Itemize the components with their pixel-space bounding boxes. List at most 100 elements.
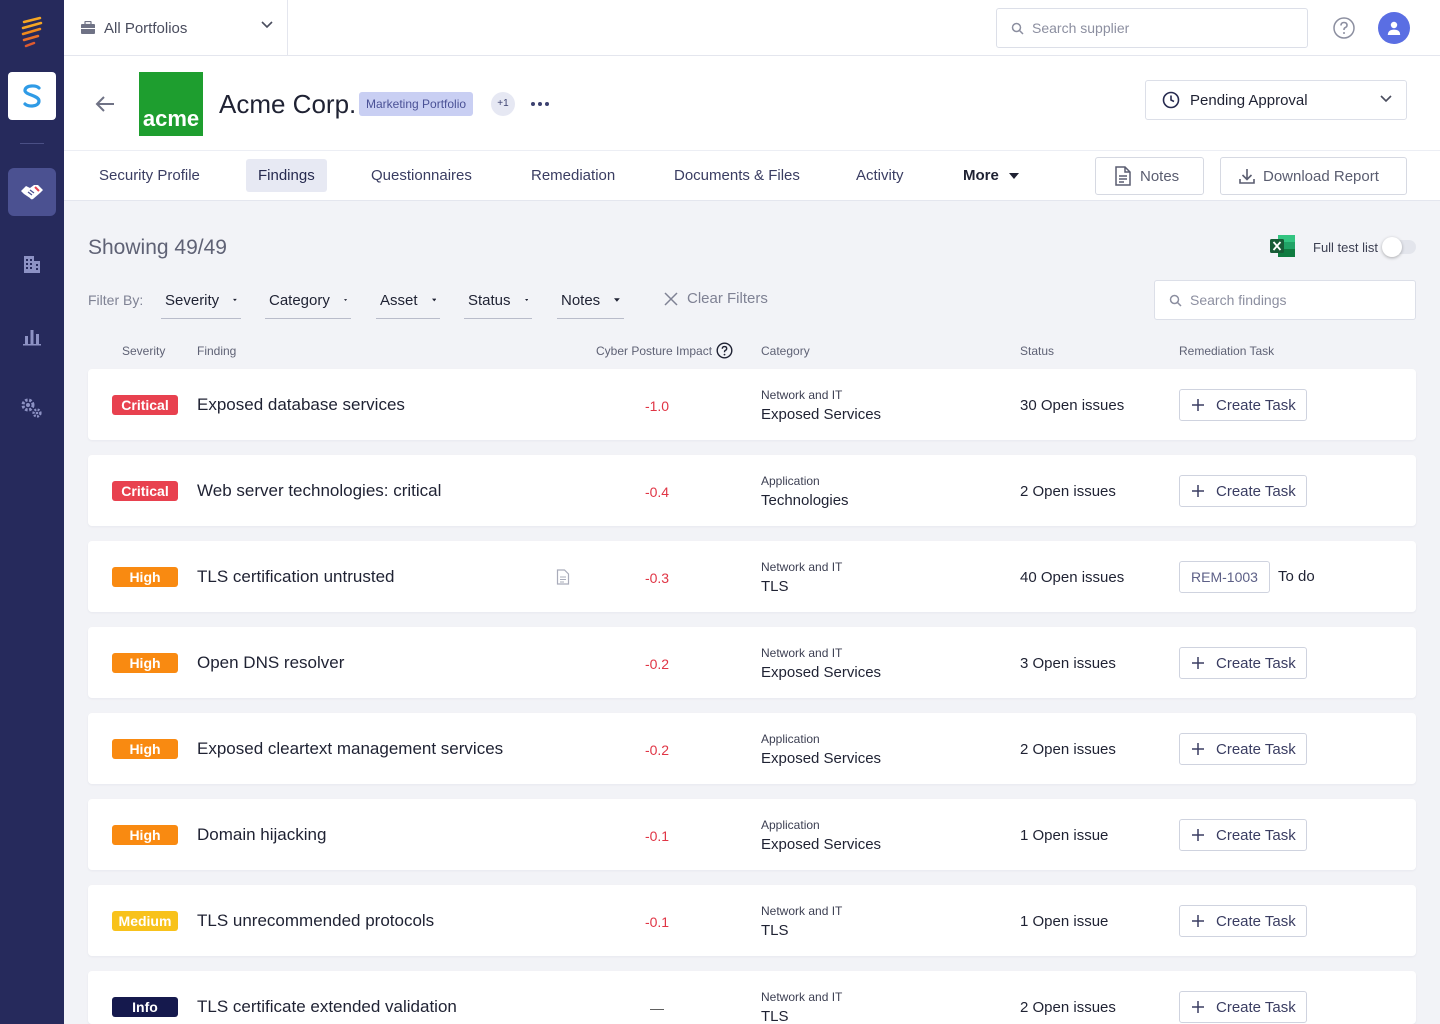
table-row[interactable]: High Exposed cleartext management servic… <box>88 713 1416 784</box>
severity-badge: High <box>112 567 178 587</box>
table-row[interactable]: High TLS certification untrusted -0.3 Ne… <box>88 541 1416 612</box>
help-icon[interactable] <box>716 342 733 359</box>
create-task-label: Create Task <box>1216 654 1296 672</box>
tab-more[interactable]: More <box>951 159 1031 192</box>
brand-logo-icon[interactable] <box>20 16 44 52</box>
app-s-icon <box>23 84 41 108</box>
finding-name[interactable]: Exposed database services <box>197 395 405 415</box>
column-header-remediation-label: Remediation Task <box>1179 344 1275 358</box>
table-row[interactable]: Medium TLS unrecommended protocols -0.1 … <box>88 885 1416 956</box>
finding-name[interactable]: Web server technologies: critical <box>197 481 441 501</box>
note-icon[interactable] <box>556 569 570 585</box>
tab-security-profile[interactable]: Security Profile <box>87 159 212 192</box>
notes-filter[interactable]: Notes <box>557 282 624 319</box>
finding-name[interactable]: Domain hijacking <box>197 825 326 845</box>
caret-down-icon <box>614 298 620 302</box>
create-task-label: Create Task <box>1216 998 1296 1016</box>
tab-findings[interactable]: Findings <box>246 159 327 192</box>
table-row[interactable]: Critical Exposed database services -1.0 … <box>88 369 1416 440</box>
create-task-button[interactable]: Create Task <box>1179 733 1307 765</box>
create-task-button[interactable]: Create Task <box>1179 905 1307 937</box>
table-row[interactable]: Info TLS certificate extended validation… <box>88 971 1416 1024</box>
extra-portfolios-count[interactable]: +1 <box>491 92 515 116</box>
plus-icon <box>1192 657 1204 669</box>
open-issues-count[interactable]: 2 Open issues <box>1020 741 1116 758</box>
open-issues-count[interactable]: 2 Open issues <box>1020 999 1116 1016</box>
findings-search <box>1154 280 1416 320</box>
impact-value: -1.0 <box>644 398 670 414</box>
clear-filters-button[interactable]: Clear Filters <box>664 290 768 307</box>
open-issues-count[interactable]: 1 Open issue <box>1020 827 1108 844</box>
finding-name[interactable]: Exposed cleartext management services <box>197 739 503 759</box>
sidebar-item-settings[interactable] <box>8 384 56 432</box>
asset-filter[interactable]: Asset <box>376 282 440 319</box>
tab-remediation[interactable]: Remediation <box>519 159 627 192</box>
company-name: Acme Corp. <box>219 89 357 119</box>
findings-search-input[interactable] <box>1190 292 1390 308</box>
column-header-impact-label: Cyber Posture Impact <box>596 343 713 358</box>
portfolio-selector[interactable]: All Portfolios <box>64 0 288 56</box>
tab-activity[interactable]: Activity <box>844 159 916 192</box>
finding-name[interactable]: Open DNS resolver <box>197 653 344 673</box>
more-dots-icon[interactable] <box>530 92 550 116</box>
tab-documents-files[interactable]: Documents & Files <box>662 159 812 192</box>
category-filter[interactable]: Category <box>265 282 351 319</box>
user-avatar[interactable] <box>1378 12 1410 44</box>
bar-chart-icon <box>23 330 41 346</box>
approval-status-dropdown[interactable]: Pending Approval <box>1145 80 1407 120</box>
sidebar-item-suppliers[interactable] <box>8 168 56 216</box>
briefcase-icon <box>81 21 95 34</box>
create-task-button[interactable]: Create Task <box>1179 475 1307 507</box>
portfolio-tag[interactable]: Marketing Portfolio <box>359 92 474 116</box>
column-header-finding[interactable]: Finding <box>197 344 236 358</box>
tab-questionnaires[interactable]: Questionnaires <box>359 159 484 192</box>
excel-icon[interactable] <box>1270 234 1296 258</box>
table-row[interactable]: High Domain hijacking -0.1 Application E… <box>88 799 1416 870</box>
remediation-task-id[interactable]: REM-1003 <box>1179 561 1270 593</box>
create-task-button[interactable]: Create Task <box>1179 991 1307 1023</box>
finding-name[interactable]: TLS unrecommended protocols <box>197 911 434 931</box>
severity-badge: Medium <box>112 911 178 931</box>
column-header-impact[interactable]: Cyber Posture Impact <box>596 342 733 359</box>
column-header-severity[interactable]: Severity <box>122 344 165 358</box>
notes-button[interactable]: Notes <box>1095 157 1204 195</box>
full-test-list-toggle[interactable] <box>1382 237 1416 257</box>
create-task-button[interactable]: Create Task <box>1179 819 1307 851</box>
status-filter[interactable]: Status <box>464 282 532 319</box>
help-icon[interactable] <box>1332 16 1356 40</box>
column-header-status[interactable]: Status <box>1020 344 1054 358</box>
open-issues-count[interactable]: 2 Open issues <box>1020 483 1116 500</box>
table-row[interactable]: High Open DNS resolver -0.2 Network and … <box>88 627 1416 698</box>
category-name: Exposed Services <box>761 406 882 423</box>
supplier-search-input[interactable] <box>1032 20 1282 36</box>
category-group: Network and IT <box>761 560 843 574</box>
document-icon <box>1115 166 1131 186</box>
approval-status-label: Pending Approval <box>1190 91 1308 109</box>
download-report-button[interactable]: Download Report <box>1220 157 1407 195</box>
open-issues-count[interactable]: 30 Open issues <box>1020 397 1124 414</box>
column-header-remediation[interactable]: Remediation Task <box>1179 344 1274 358</box>
impact-value: -0.2 <box>644 656 670 672</box>
finding-name[interactable]: TLS certificate extended validation <box>197 997 457 1017</box>
impact-value: — <box>650 1000 664 1016</box>
back-arrow-icon[interactable] <box>94 93 116 115</box>
category-name: TLS <box>761 1008 789 1024</box>
download-icon <box>1239 169 1255 184</box>
create-task-button[interactable]: Create Task <box>1179 647 1307 679</box>
app-switcher-button[interactable] <box>8 72 56 120</box>
table-row[interactable]: Critical Web server technologies: critic… <box>88 455 1416 526</box>
open-issues-count[interactable]: 3 Open issues <box>1020 655 1116 672</box>
open-issues-count[interactable]: 40 Open issues <box>1020 569 1124 586</box>
create-task-button[interactable]: Create Task <box>1179 389 1307 421</box>
supplier-search <box>996 8 1308 48</box>
column-header-category[interactable]: Category <box>761 344 810 358</box>
sidebar-item-companies[interactable] <box>8 240 56 288</box>
open-issues-count[interactable]: 1 Open issue <box>1020 913 1108 930</box>
sidebar-item-reports[interactable] <box>8 312 56 360</box>
finding-name[interactable]: TLS certification untrusted <box>197 567 394 587</box>
full-test-list-label: Full test list <box>1313 240 1379 255</box>
create-task-label: Create Task <box>1216 740 1296 758</box>
toggle-knob <box>1382 237 1402 257</box>
severity-filter[interactable]: Severity <box>161 282 241 319</box>
category-filter-label: Category <box>269 291 330 309</box>
